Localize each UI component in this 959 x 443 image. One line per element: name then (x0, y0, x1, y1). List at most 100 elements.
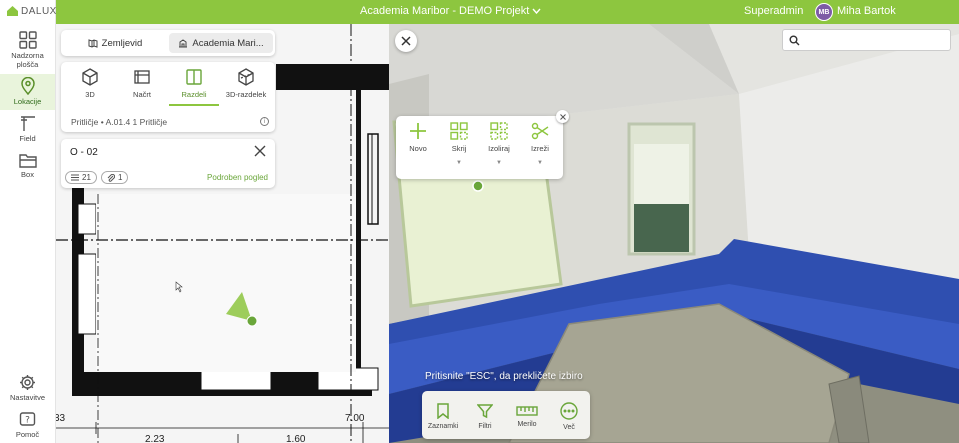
mode-label: 3D (85, 90, 95, 99)
tab-label: Zemljevid (101, 37, 143, 49)
paperclip-icon (107, 173, 115, 182)
tool-measure[interactable]: Merilo (507, 405, 547, 428)
tool-label: Skrij (451, 144, 467, 153)
nav-item-box[interactable]: Box (0, 152, 55, 179)
tool-bookmarks[interactable]: Zaznamki (423, 402, 463, 430)
tool-isolate[interactable]: Izoliraj ▼ (479, 122, 519, 166)
tool-new[interactable]: Novo (398, 122, 438, 153)
tool-label: Merilo (517, 420, 537, 428)
home-logo-icon (7, 6, 18, 16)
isolate-grid-icon (490, 122, 508, 140)
mode-3d[interactable]: 3D (65, 68, 115, 106)
popup-close-button[interactable] (556, 110, 569, 123)
nav-item-help[interactable]: ? Pomoč (0, 412, 55, 439)
tool-label: Več (563, 423, 575, 431)
mode-label: Načrt (133, 90, 151, 99)
avatar[interactable]: MB (815, 3, 833, 21)
left-navigation: DALUX Nadzorna plošča Lokacije Field Box… (0, 0, 56, 443)
cube-icon (82, 68, 98, 86)
detail-view-link[interactable]: Podroben pogled (207, 173, 268, 182)
tab-label: Academia Mari... (192, 37, 264, 49)
tab-building[interactable]: Academia Mari... (169, 33, 273, 53)
dimension-label: 7.00 (345, 413, 365, 424)
filter-icon (477, 403, 493, 418)
chevron-down-icon[interactable]: ▼ (439, 160, 479, 166)
dalux-logo[interactable]: DALUX (6, 5, 57, 17)
floor-path: Pritličje • A.01.4 1 Pritličje (71, 117, 168, 127)
list-count-chip[interactable]: 21 (65, 171, 97, 184)
nav-item-dashboard[interactable]: Nadzorna plošča (0, 31, 55, 69)
folder-icon (18, 154, 37, 168)
tab-map[interactable]: Zemljevid (63, 33, 167, 53)
help-icon: ? (19, 412, 36, 426)
link-count-chip[interactable]: 1 (101, 171, 129, 184)
chevron-down-icon (532, 8, 541, 14)
list-icon (71, 174, 79, 181)
map-icon (88, 38, 98, 48)
search-icon (789, 35, 800, 46)
nav-item-locations[interactable]: Lokacije (0, 74, 55, 110)
tool-label: Filtri (478, 422, 492, 430)
search-field[interactable] (782, 29, 951, 51)
user-name[interactable]: Miha Bartok (837, 5, 896, 17)
tool-more[interactable]: Več (549, 401, 589, 431)
chevron-down-icon[interactable]: ▼ (479, 160, 519, 166)
nav-label-line2: plošča (16, 60, 39, 69)
bottom-toolbar: Zaznamki Filtri Merilo Več (422, 391, 590, 439)
ruler-icon (516, 405, 538, 416)
list-count: 21 (82, 173, 91, 182)
svg-text:?: ? (25, 416, 30, 426)
hide-grid-icon (450, 122, 468, 140)
room-name: O - 02 (70, 147, 98, 158)
tool-filters[interactable]: Filtri (465, 403, 505, 430)
tool-label: Novo (409, 144, 427, 153)
tool-label: Izreži (531, 144, 549, 153)
link-count: 1 (118, 173, 123, 182)
nav-label: Pomoč (15, 430, 40, 439)
search-input[interactable] (805, 33, 945, 48)
close-3d-button[interactable] (395, 30, 417, 52)
more-icon (560, 401, 578, 420)
nav-item-settings[interactable]: Nastavitve (0, 374, 55, 402)
scissors-icon (531, 122, 549, 140)
plus-icon (410, 123, 426, 139)
view-mode-card: 3D Načrt Razdeli 3D-razdelek Pritličje •… (61, 62, 275, 132)
dimension-label: 33 (56, 413, 66, 424)
nav-label: Lokacije (13, 97, 42, 106)
plan-icon (134, 70, 150, 84)
tool-cut[interactable]: Izreži ▼ (520, 122, 560, 166)
mode-split[interactable]: Razdeli (169, 68, 219, 106)
dashboard-icon (18, 31, 37, 49)
nav-label: Box (21, 170, 34, 179)
info-icon[interactable]: i (260, 117, 269, 126)
split-view-icon (186, 69, 202, 85)
nav-label: Field (19, 134, 36, 143)
close-icon[interactable] (253, 144, 267, 158)
nav-label: Nadzorna (11, 51, 44, 60)
section-cube-icon (238, 68, 254, 86)
mode-label: 3D-razdelek (225, 90, 267, 99)
dimension-label: 2.23 (145, 434, 165, 443)
mode-3d-section[interactable]: 3D-razdelek (221, 68, 271, 106)
close-icon (401, 36, 411, 46)
project-title: Academia Maribor - DEMO Projekt (360, 5, 530, 17)
tool-hide[interactable]: Skrij ▼ (439, 122, 479, 166)
selection-tools-popup: Novo Skrij ▼ Izoliraj ▼ Izreži ▼ (396, 116, 563, 179)
bookmark-icon (437, 402, 449, 419)
room-card: O - 02 21 1 Podroben pogled (61, 139, 275, 188)
tool-label: Izoliraj (488, 144, 510, 153)
close-icon (559, 113, 566, 120)
building-icon (179, 38, 188, 47)
logo-text: DALUX (21, 5, 57, 17)
esc-hint: Pritisnite "ESC", da prekličete izbiro (425, 371, 583, 382)
gear-icon (20, 375, 35, 390)
mode-plan[interactable]: Načrt (117, 68, 167, 106)
tool-label: Zaznamki (427, 422, 459, 430)
nav-label: Nastavitve (9, 393, 45, 402)
nav-item-field[interactable]: Field (0, 114, 55, 143)
user-role[interactable]: Superadmin (744, 5, 803, 17)
chevron-down-icon[interactable]: ▼ (520, 160, 560, 166)
location-pin-icon (20, 77, 35, 95)
project-selector[interactable]: Academia Maribor - DEMO Projekt (360, 5, 541, 17)
location-tabs: Zemljevid Academia Mari... (61, 30, 275, 56)
